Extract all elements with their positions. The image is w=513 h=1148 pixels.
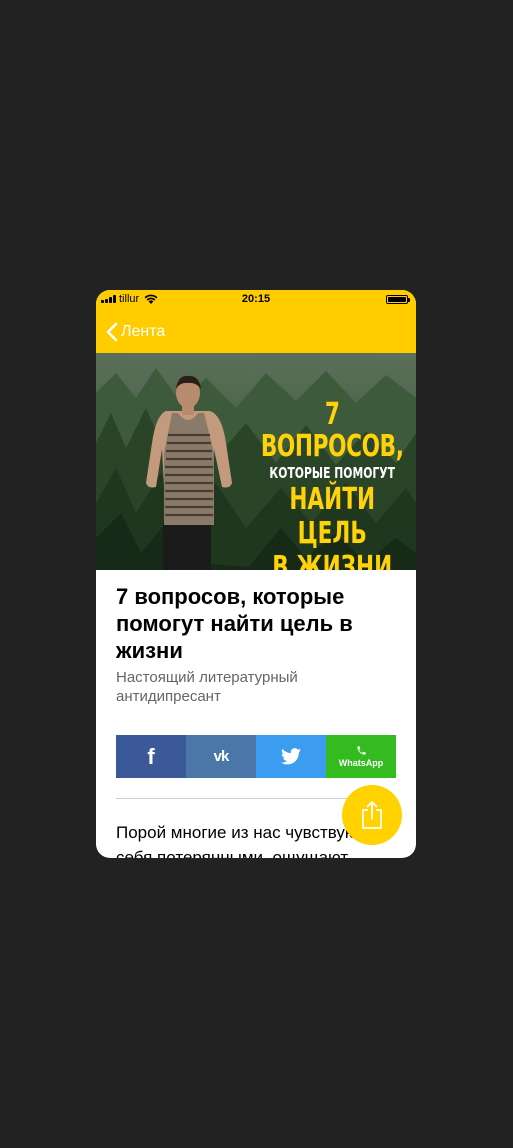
status-bar: tillur 20:15 (96, 290, 416, 310)
status-time: 20:15 (241, 293, 271, 305)
facebook-share-button[interactable]: f (116, 735, 186, 778)
back-button[interactable]: Лента (106, 322, 165, 342)
facebook-icon: f (147, 743, 155, 769)
hero-line-2: КОТОРЫЕ ПОМОГУТ (269, 464, 395, 482)
whatsapp-label: WhatsApp (338, 758, 384, 768)
article-title: 7 вопросов, которые помогут найти цель в… (116, 584, 353, 663)
hero-caption: 7 ВОПРОСОВ, КОТОРЫЕ ПОМОГУТ НАЙТИ ЦЕЛЬ В… (258, 397, 406, 571)
back-label: Лента (121, 323, 166, 340)
share-icon (362, 801, 382, 829)
vk-icon: vk (213, 748, 230, 765)
whatsapp-icon (356, 746, 366, 755)
chevron-left-icon (106, 322, 118, 342)
article-subtitle: Настоящий литературный антидипресант (116, 669, 298, 705)
whatsapp-share-button[interactable]: WhatsApp (326, 735, 396, 778)
hero-image: 7 ВОПРОСОВ, КОТОРЫЕ ПОМОГУТ НАЙТИ ЦЕЛЬ В… (96, 353, 416, 570)
phone-screen: tillur 20:15 Лента 7 ВОПРОСОВ, КОТОРЫЕ П… (96, 290, 416, 858)
hero-line-3: НАЙТИ ЦЕЛЬ (289, 482, 376, 551)
share-buttons: f vk WhatsApp (116, 735, 396, 778)
hero-line-1: 7 ВОПРОСОВ, (260, 397, 404, 464)
battery-icon (386, 295, 410, 304)
top-bar: tillur 20:15 Лента (96, 290, 416, 353)
share-fab-button[interactable] (342, 785, 402, 845)
twitter-share-button[interactable] (256, 735, 326, 778)
twitter-icon (281, 748, 301, 765)
hero-line-4: В ЖИЗНИ (272, 550, 393, 571)
vk-share-button[interactable]: vk (186, 735, 256, 778)
